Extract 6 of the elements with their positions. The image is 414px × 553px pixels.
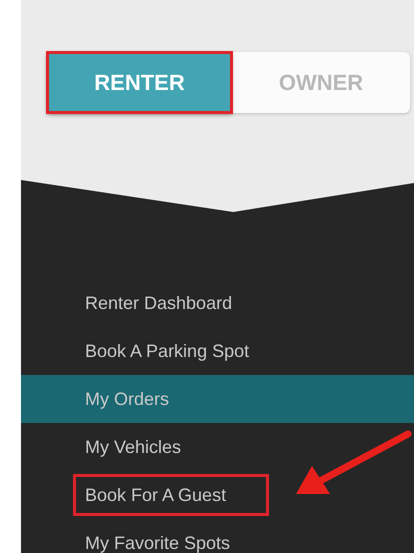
menu-item[interactable]: Book A Parking Spot xyxy=(73,330,292,372)
menu-item[interactable]: My Vehicles xyxy=(73,426,224,468)
menu-item[interactable]: My Favorite Spots xyxy=(73,522,242,553)
menu-item[interactable]: Renter Dashboard xyxy=(73,282,276,324)
menu-item[interactable]: Book For A Guest xyxy=(73,474,270,516)
menu-item[interactable]: My Orders xyxy=(21,375,414,423)
